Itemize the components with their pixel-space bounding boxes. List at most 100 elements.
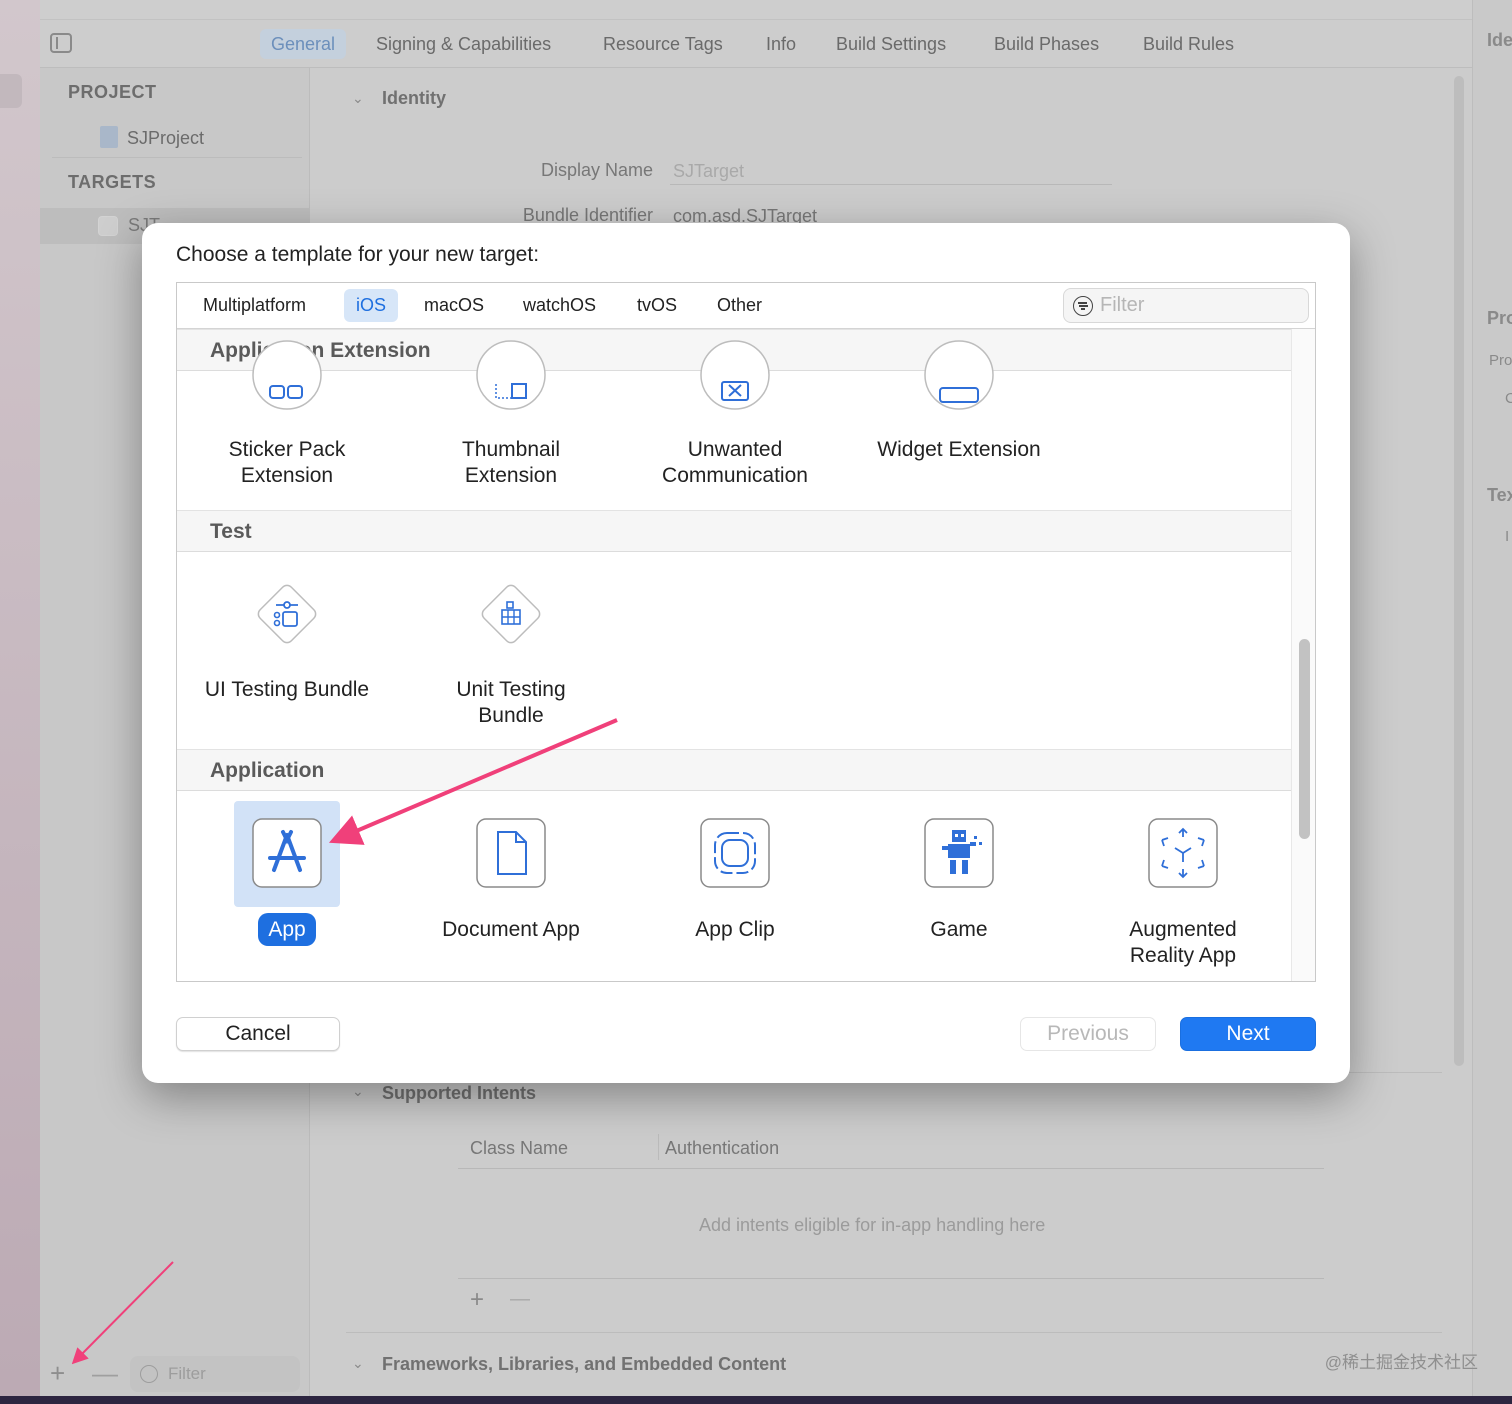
template-unit-testing-bundle[interactable]: Unit Testing Bundle (399, 553, 623, 727)
document-icon (476, 818, 546, 888)
template-document-app[interactable]: Document App (399, 792, 623, 981)
app-clip-icon (700, 818, 770, 888)
project-file-icon (100, 126, 118, 148)
sticker-pack-icon (252, 340, 322, 410)
inspector-label: C (1505, 390, 1512, 407)
divider (346, 1332, 1442, 1333)
dialog-title: Choose a template for your new target: (176, 243, 540, 266)
tab-macos[interactable]: macOS (412, 289, 496, 322)
navigator-filter-field[interactable]: Filter (130, 1356, 300, 1392)
tab-multiplatform[interactable]: Multiplatform (191, 289, 318, 322)
table-footer-line (458, 1278, 1324, 1279)
chevron-down-icon[interactable]: ⌄ (352, 90, 364, 107)
column-authentication[interactable]: Authentication (665, 1138, 779, 1159)
template-label-text: Game (930, 918, 988, 941)
tab-info[interactable]: Info (755, 29, 807, 59)
ar-icon (1148, 818, 1218, 888)
template-label: Unwanted Communication (623, 437, 847, 489)
chevron-down-icon[interactable]: ⌄ (352, 1083, 364, 1100)
display-name-label: Display Name (540, 160, 653, 180)
template-sticker-pack[interactable]: Sticker Pack Extension (177, 340, 399, 512)
template-label: App Clip (623, 917, 847, 943)
editor-scrollbar[interactable] (1454, 76, 1464, 1066)
editor-tab-bar: General Signing & Capabilities Resource … (40, 20, 1472, 68)
template-label-text: UI Testing Bundle (204, 678, 370, 701)
column-divider (658, 1134, 659, 1160)
template-label: Document App (399, 917, 623, 943)
add-target-button[interactable]: + (50, 1358, 65, 1389)
title-strip (40, 0, 1472, 20)
next-button[interactable]: Next (1180, 1017, 1316, 1051)
remove-target-button[interactable]: — (92, 1358, 118, 1389)
inspector-section: Pro (1487, 308, 1512, 328)
template-app-clip[interactable]: App Clip (623, 792, 847, 981)
cancel-button[interactable]: Cancel (176, 1017, 340, 1051)
template-ui-testing-bundle[interactable]: UI Testing Bundle (177, 553, 399, 723)
project-item[interactable]: SJProject (100, 126, 204, 149)
identity-section-title: Identity (382, 88, 447, 108)
divider (52, 157, 302, 158)
watermark: @稀土掘金技术社区 (1324, 1353, 1478, 1372)
tab-build-rules[interactable]: Build Rules (1132, 29, 1245, 59)
target-icon (98, 216, 118, 236)
inspector-title: Ide (1487, 30, 1512, 50)
project-header: PROJECT (68, 82, 157, 102)
template-label: App (177, 913, 399, 946)
template-label-text: Augmented Reality App (1129, 918, 1237, 967)
tab-other[interactable]: Other (705, 289, 774, 322)
remove-intent-button[interactable]: — (510, 1288, 530, 1311)
tab-build-settings[interactable]: Build Settings (825, 29, 957, 59)
tab-resource-tags[interactable]: Resource Tags (592, 29, 734, 59)
filter-placeholder: Filter (1100, 294, 1145, 316)
table-header-line (458, 1168, 1324, 1169)
section-title: Test (210, 520, 252, 543)
template-label-text: Unwanted Communication (662, 438, 808, 487)
template-thumbnail-extension[interactable]: Thumbnail Extension (399, 340, 623, 512)
template-list-scrollbar[interactable] (1291, 329, 1315, 981)
previous-button[interactable]: Previous (1020, 1017, 1156, 1051)
add-intent-button[interactable]: + (470, 1286, 484, 1314)
template-label-text: Unit Testing Bundle (456, 678, 566, 727)
template-widget-extension[interactable]: Widget Extension (847, 340, 1071, 512)
tab-watchos[interactable]: watchOS (511, 289, 608, 322)
tab-tvos[interactable]: tvOS (625, 289, 689, 322)
unit-testing-icon (481, 584, 541, 644)
chevron-down-icon[interactable]: ⌄ (352, 1355, 364, 1372)
template-filter-input[interactable]: Filter (1063, 288, 1309, 323)
column-class-name[interactable]: Class Name (470, 1138, 568, 1159)
template-label: Unit Testing Bundle (399, 677, 623, 729)
template-browser: Multiplatform iOS macOS watchOS tvOS Oth… (176, 282, 1316, 982)
template-game[interactable]: Game (847, 792, 1071, 981)
sidebar-toggle-icon[interactable] (50, 33, 72, 53)
widget-icon (924, 340, 994, 410)
filter-icon (140, 1365, 158, 1383)
inspector-section: Tex (1487, 485, 1512, 505)
template-label-text: Document App (442, 918, 580, 941)
template-label: Thumbnail Extension (399, 437, 623, 489)
frameworks-section-title: Frameworks, Libraries, and Embedded Cont… (382, 1354, 787, 1374)
template-list[interactable]: Application Extension Sticker Pack Extens… (177, 329, 1291, 981)
template-label-text: Sticker Pack Extension (228, 438, 346, 487)
display-name-field[interactable]: SJTarget (673, 161, 744, 182)
strip-tab (0, 74, 22, 108)
display-name-underline (670, 184, 1112, 185)
app-store-icon (252, 818, 322, 888)
template-label: Augmented Reality App (1071, 917, 1291, 969)
tab-signing-capabilities[interactable]: Signing & Capabilities (365, 29, 562, 59)
section-header-test: Test (177, 510, 1291, 552)
inspector-label: Pro (1489, 352, 1512, 369)
tab-ios[interactable]: iOS (344, 289, 399, 322)
new-target-dialog: Choose a template for your new target: M… (142, 223, 1350, 1083)
template-augmented-reality-app[interactable]: Augmented Reality App (1071, 792, 1291, 981)
template-label: Game (847, 917, 1071, 943)
dock-edge (0, 1396, 1512, 1404)
platform-tab-bar: Multiplatform iOS macOS watchOS tvOS Oth… (177, 283, 1315, 329)
section-header-application: Application (177, 749, 1291, 791)
template-label-text: App Clip (695, 918, 775, 941)
tab-build-phases[interactable]: Build Phases (983, 29, 1110, 59)
ui-testing-icon (257, 584, 317, 644)
template-app[interactable]: App (177, 792, 399, 981)
tab-general[interactable]: General (260, 29, 347, 59)
scrollbar-thumb[interactable] (1299, 639, 1310, 839)
template-unwanted-communication[interactable]: Unwanted Communication (623, 340, 847, 512)
